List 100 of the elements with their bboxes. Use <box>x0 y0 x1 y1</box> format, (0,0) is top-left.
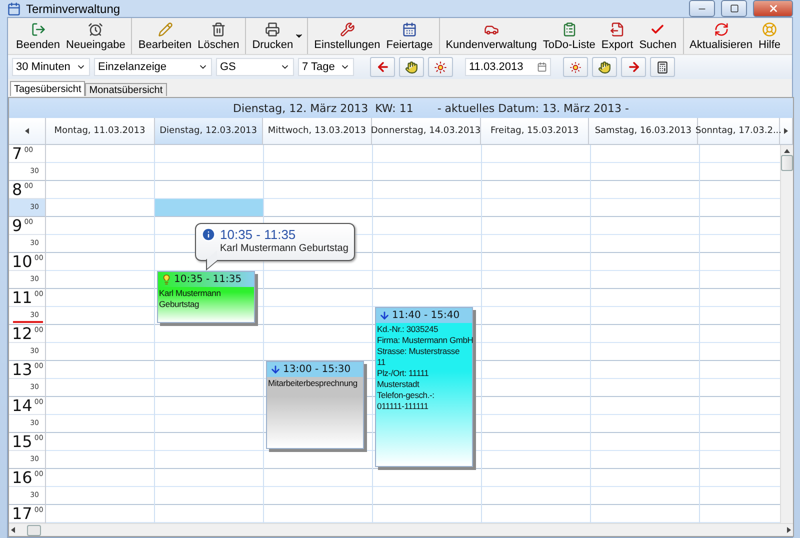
appointment-card[interactable]: 10:35 - 11:35 Karl Mustermann Geburtstag <box>157 271 255 323</box>
day-header[interactable]: Dienstag, 12.03.2013 <box>154 118 264 144</box>
toolbar-button[interactable]: Einstellungen <box>311 19 384 53</box>
toolbar-button[interactable]: Neueingabe <box>63 19 128 53</box>
hour-label: 15 <box>12 433 32 450</box>
lightbulb-icon <box>161 274 172 285</box>
appointment-text: Firma: Mustermann GmbH <box>376 335 472 346</box>
right-arrow-icon <box>626 60 640 74</box>
selected-date: Dienstag, 12. März 2013 KW: 11 <box>233 102 414 114</box>
scroll-left-icon[interactable] <box>11 527 15 533</box>
nav-button[interactable] <box>399 57 424 77</box>
hand-icon <box>405 60 418 74</box>
calendar-icon <box>402 22 417 36</box>
toolbar-button[interactable]: Beenden <box>13 19 64 53</box>
appointment-time: 10:35 - 11:35 <box>174 274 242 285</box>
app-icon <box>7 2 21 16</box>
appointment-text: Telefon-gesch.-: <box>376 390 436 401</box>
toolbar-button[interactable]: Kundenverwaltung <box>442 19 540 53</box>
tooltip-time: 10:35 - 11:35 <box>220 227 296 242</box>
down-arrow-icon <box>270 364 281 375</box>
day-header[interactable]: Freitag, 15.03.2013 <box>480 118 590 144</box>
down-arrow-icon <box>379 310 390 321</box>
appointment-text: Geburtstag <box>158 299 200 310</box>
hour-label: 8 <box>12 181 22 198</box>
hour-label: 9 <box>12 217 22 234</box>
printer-icon <box>265 22 280 36</box>
appointment-time: 13:00 - 15:30 <box>283 364 351 375</box>
refresh-icon <box>714 22 729 36</box>
appointment-card[interactable]: 11:40 - 15:40 Kd.-Nr.: 3035245 Firma: Mustermann GmbH Strasse: Musterstrasse 11 Plz-/Ort: 11111 Musterstadt Telefon-gesch.-: 011111-111111 <box>375 307 473 467</box>
date-field[interactable]: 11.03.2013 <box>465 58 551 76</box>
dropdown-field[interactable]: 7 Tage <box>298 58 354 76</box>
nav-button[interactable] <box>563 57 588 77</box>
nav-button[interactable] <box>370 57 395 77</box>
toolbar-button[interactable]: Aktualisieren <box>686 19 756 53</box>
day-header[interactable]: Sonntag, 17.03.2... <box>698 118 780 144</box>
toolbar-button[interactable]: Löschen <box>194 19 242 53</box>
exit-icon <box>30 22 46 36</box>
scroll-thumb[interactable] <box>27 524 41 536</box>
toolbar-button[interactable]: Bearbeiten <box>135 19 195 53</box>
hand-icon <box>598 60 611 74</box>
nav-button[interactable] <box>621 57 646 77</box>
toolbar-button[interactable]: Suchen <box>636 19 680 53</box>
alarm-clock-icon <box>88 22 104 36</box>
hour-label: 7 <box>12 145 22 162</box>
horizontal-scrollbar[interactable] <box>9 523 793 536</box>
scroll-right-icon[interactable] <box>787 527 791 533</box>
toolbar-button[interactable]: Export <box>598 19 636 53</box>
nav-button[interactable] <box>592 57 617 77</box>
day-header[interactable]: Donnerstag, 14.03.2013 <box>372 118 481 144</box>
tab[interactable]: Monatsübersicht <box>85 83 167 96</box>
hour-label: 11 <box>12 289 32 306</box>
lifebuoy-icon <box>762 22 778 36</box>
sun-icon <box>569 60 582 74</box>
toolbar-button[interactable]: Drucken <box>249 19 296 53</box>
appointment-text: Strasse: Musterstrasse <box>376 346 461 357</box>
appointment-text: Kd.-Nr.: 3035245 <box>376 324 440 335</box>
appointment-time: 11:40 - 15:40 <box>392 310 460 321</box>
hour-label: 16 <box>12 469 32 486</box>
nav-button[interactable] <box>428 57 453 77</box>
dropdown-field[interactable]: 30 Minuten <box>12 58 90 76</box>
calendar-icon <box>537 62 547 72</box>
scroll-thumb[interactable] <box>781 155 793 171</box>
appointment-text: 11 <box>376 357 386 368</box>
scroll-left-icon[interactable] <box>24 128 29 134</box>
toolbar-button[interactable]: Hilfe <box>756 19 784 53</box>
scroll-right-icon[interactable] <box>784 128 788 134</box>
pencil-icon <box>158 22 172 36</box>
current-date: - aktuelles Datum: 13. März 2013 - <box>437 102 629 114</box>
scroll-up-icon[interactable] <box>784 149 790 153</box>
hour-label: 14 <box>12 397 32 414</box>
current-time-line <box>13 321 43 323</box>
sun-icon <box>434 60 447 74</box>
export-icon <box>610 22 625 36</box>
maximize-icon <box>730 4 738 13</box>
appointment-card[interactable]: 13:00 - 15:30 Mitarbeiterbesprechnung <box>266 361 364 449</box>
appointment-text: Mitarbeiterbesprechnung <box>267 378 358 389</box>
hour-label: 10 <box>12 253 32 270</box>
dropdown-field[interactable]: Einzelanzeige <box>94 58 212 76</box>
appointment-text: Musterstadt <box>376 379 420 390</box>
minimize-button[interactable] <box>689 0 715 17</box>
info-icon <box>201 227 216 242</box>
vertical-scrollbar[interactable] <box>780 145 793 523</box>
wrench-icon <box>340 22 355 36</box>
clipboard-icon <box>562 22 577 36</box>
appointment-text: 011111-111111 <box>376 401 430 412</box>
appointment-text: Karl Mustermann <box>158 288 222 299</box>
day-header[interactable]: Mittwoch, 13.03.2013 <box>263 118 372 144</box>
calculator-icon <box>656 60 669 74</box>
toolbar-button[interactable]: Feiertage <box>383 19 436 53</box>
nav-button[interactable] <box>650 57 675 77</box>
appointment-text: Plz-/Ort: 11111 <box>376 368 430 379</box>
hour-label: 12 <box>12 325 32 342</box>
tab[interactable]: Tagesübersicht <box>10 81 86 96</box>
maximize-button[interactable] <box>721 0 747 17</box>
hour-label: 13 <box>12 361 32 378</box>
hour-label: 17 <box>12 505 32 522</box>
close-button[interactable] <box>753 0 793 17</box>
close-icon <box>768 3 778 14</box>
dropdown-field[interactable]: GS <box>216 58 294 76</box>
toolbar-button[interactable]: ToDo-Liste <box>540 19 598 53</box>
